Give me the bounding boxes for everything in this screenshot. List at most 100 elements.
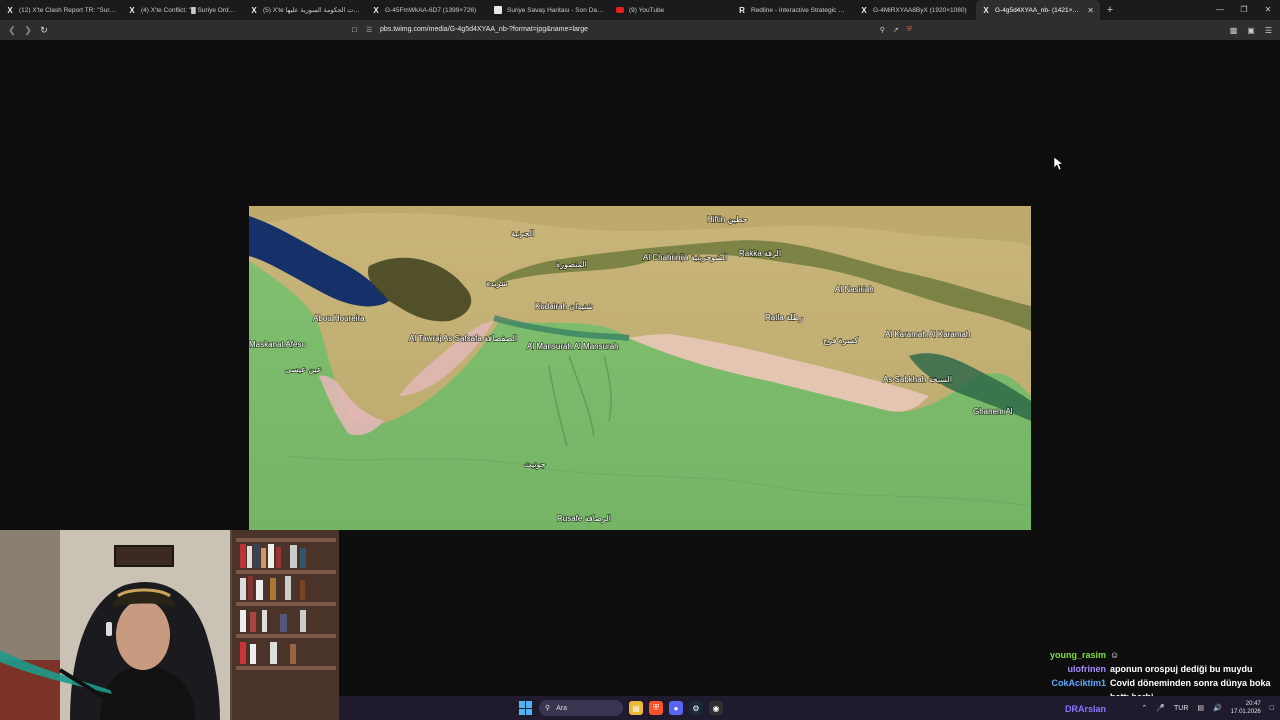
tab-title: (4) X'te Conflict: "█ Suriye Ordusu S — [141, 6, 238, 14]
share-icon[interactable]: ↗ — [893, 26, 899, 34]
browser-tab[interactable]: X (12) X'te Clash Report TR: "Suriye ord — [0, 0, 122, 20]
toolbar-right: ▩ ▣ ☰ — [1230, 20, 1272, 40]
chat-text: aponun orospuj dediği bu muydu — [1110, 664, 1253, 674]
x-icon: X — [373, 5, 379, 15]
tab-title: Suriye Savaş Haritası - Son Dakika Su — [507, 6, 604, 14]
chat-text: ☺ — [1110, 650, 1120, 660]
tab-title: G-4MiRXYAA8ByX (1920×1080) — [873, 6, 967, 14]
youtube-icon — [616, 7, 624, 13]
x-icon: X — [861, 5, 867, 15]
bookmark-icon[interactable]: □ — [352, 25, 366, 34]
mouse-cursor-icon — [1054, 157, 1064, 171]
tab-title: (5) X'te قوات الحكومة السورية عليها — [263, 7, 360, 14]
x-icon: X — [129, 5, 135, 15]
tray-chevron-icon[interactable]: ⌃ — [1141, 704, 1147, 712]
tab-title: Redline - Interactive Strategic Map — [751, 6, 848, 14]
map-label-sharida: شريدة — [486, 279, 508, 288]
map-label-ghanem: Ghanem Al — [973, 407, 1013, 416]
browser-tab[interactable]: R Redline - Interactive Strategic Map — [732, 0, 854, 20]
map-image[interactable]: Hiftin حطين الجرنية المنصورة Al Chahrinija … — [249, 206, 1031, 530]
map-label-mansoura-ar: المنصورة — [556, 260, 587, 269]
map-label-abou-houreira: Abou Houreira — [313, 314, 365, 323]
extensions-icon[interactable]: ▩ — [1230, 26, 1238, 35]
map-label-hiftin: Hiftin حطين — [707, 215, 748, 224]
chat-message: ulofrinen aponun orospuj dediği bu muydu — [1044, 662, 1280, 676]
map-label-karamah: Al Karamah Al Karamah — [885, 330, 970, 339]
windows-taskbar: ⚲ Ara ▤ ⛨ ● ⚙ ◉ ⌃ 🎤 TUR ▤ 🔊 20:47 17.01.… — [339, 696, 1280, 720]
zoom-icon[interactable]: ⚲ — [880, 26, 885, 34]
microphone-icon[interactable]: 🎤 — [1156, 704, 1165, 712]
close-window-icon[interactable]: ✕ — [1256, 0, 1280, 20]
chat-username: ulofrinen — [1067, 664, 1107, 674]
map-label-ain-isa: عين عيسى — [285, 365, 322, 374]
streamer-face — [116, 600, 170, 670]
map-label-rusafe: Rusafe الرصافة — [557, 514, 611, 523]
page-icon — [494, 6, 502, 14]
menu-icon[interactable]: ☰ — [1265, 26, 1272, 35]
map-label-al-mansurah: Al Mansurah Al Mansurah — [527, 342, 619, 351]
map-label-ratla: Ratla رطلة — [765, 313, 803, 322]
taskbar-search[interactable]: ⚲ Ara — [539, 700, 623, 716]
network-icon[interactable]: ▤ — [1197, 704, 1204, 712]
minimize-icon[interactable]: — — [1208, 0, 1232, 20]
map-label-sabkhah: As Sabkhah السبخة — [883, 375, 952, 384]
browser-tab[interactable]: X G-4MiRXYAA8ByX (1920×1080) — [854, 0, 976, 20]
clock-date: 17.01.2026 — [1230, 709, 1261, 715]
site-info-icon[interactable]: ☰ — [366, 26, 380, 34]
search-label: Ara — [556, 704, 568, 712]
url-text[interactable]: pbs.twimg.com/media/G-4g5d4XYAA_nb-?form… — [380, 26, 588, 33]
browser-tab[interactable]: X G-45FmWkAA-6D7 (1399×726) — [366, 0, 488, 20]
brave-browser-icon[interactable]: ⛨ — [649, 701, 663, 715]
x-icon: X — [251, 5, 257, 15]
reload-icon[interactable]: ↻ — [36, 25, 52, 36]
brave-shield-icon[interactable]: ⛨ — [907, 26, 912, 34]
map-label-rakka: Rakka الرقة — [739, 249, 781, 258]
new-tab-icon[interactable]: + — [1100, 4, 1120, 16]
tab-title: (12) X'te Clash Report TR: "Suriye ord — [19, 6, 116, 14]
streamer-name: DRArslan — [1065, 704, 1107, 714]
forward-icon[interactable]: ❯ — [20, 25, 36, 36]
close-tab-icon[interactable]: ✕ — [1087, 6, 1094, 15]
map-label-chahriniya: Al Chahrinija الشوحرينية — [643, 253, 727, 262]
obs-icon[interactable]: ◉ — [709, 701, 723, 715]
browser-tab[interactable]: X (4) X'te Conflict: "█ Suriye Ordusu S — [122, 0, 244, 20]
address-bar[interactable]: □ ☰ pbs.twimg.com/media/G-4g5d4XYAA_nb-?… — [352, 22, 912, 37]
map-label-nasiriah: Al Nasiriah — [835, 285, 874, 294]
chat-username: young_rasim — [1049, 650, 1106, 660]
system-tray: ⌃ 🎤 TUR ▤ 🔊 20:47 17.01.2026 □ — [1141, 696, 1274, 720]
restore-icon[interactable]: ❐ — [1232, 0, 1256, 20]
map-label-safsafa: Al Tawraj As Safsafa الصفصافة — [409, 334, 517, 343]
browser-tab[interactable]: Suriye Savaş Haritası - Son Dakika Su — [488, 0, 610, 20]
tab-title: (9) YouTube — [629, 6, 665, 14]
satellite-map: Hiftin حطين الجرنية المنصورة Al Chahrinija … — [249, 206, 1031, 530]
x-icon: X — [7, 5, 13, 15]
back-icon[interactable]: ❮ — [4, 25, 20, 36]
map-label-kudairah: Kudairah شنيدان — [535, 302, 593, 311]
notification-icon[interactable]: □ — [1270, 705, 1274, 712]
volume-icon[interactable]: 🔊 — [1213, 704, 1222, 712]
map-label-junaith: جونيث — [524, 460, 546, 469]
start-icon[interactable] — [519, 701, 533, 715]
x-icon: X — [983, 5, 989, 15]
clock[interactable]: 20:47 17.01.2026 — [1231, 700, 1261, 716]
tab-strip: X(12) X'te Clash Report TR: "Suriye ordX… — [0, 0, 1280, 20]
map-label-jurniyah: الجرنية — [511, 229, 534, 238]
tab-title: G-4g5d4XYAA_nb- (1421×589) — [995, 6, 1083, 14]
map-label-afeso: Maskanat Afeso — [249, 340, 306, 349]
wallet-icon[interactable]: ▣ — [1247, 26, 1255, 35]
search-icon: ⚲ — [545, 705, 551, 712]
tab-title: G-45FmWkAA-6D7 (1399×726) — [385, 6, 477, 14]
map-label-kasrat: كسرة فرج — [823, 336, 858, 345]
file-explorer-icon[interactable]: ▤ — [629, 701, 643, 715]
clock-time: 20:47 — [1245, 701, 1261, 707]
browser-tab[interactable]: X G-4g5d4XYAA_nb- (1421×589) ✕ — [976, 0, 1100, 20]
window-controls: — ❐ ✕ — [1208, 0, 1280, 20]
redline-icon: R — [739, 5, 745, 15]
webcam-overlay — [0, 530, 339, 720]
chat-message: young_rasim ☺ — [1044, 648, 1280, 662]
browser-tab[interactable]: X (5) X'te قوات الحكومة السورية عليها — [244, 0, 366, 20]
browser-tab[interactable]: (9) YouTube — [610, 0, 732, 20]
language-indicator[interactable]: TUR — [1174, 705, 1188, 712]
discord-icon[interactable]: ● — [669, 701, 683, 715]
steam-icon[interactable]: ⚙ — [689, 701, 703, 715]
